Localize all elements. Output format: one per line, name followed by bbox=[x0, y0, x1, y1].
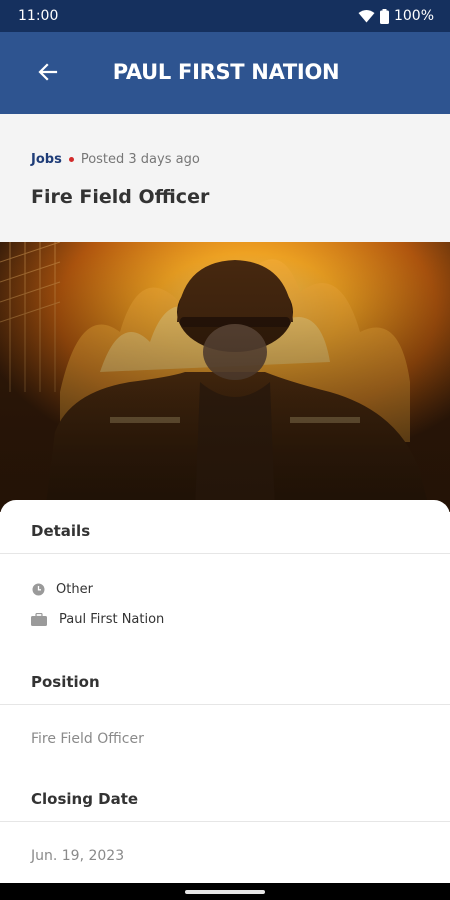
closing-date-heading: Closing Date bbox=[31, 790, 139, 808]
post-header: Jobs Posted 3 days ago Fire Field Office… bbox=[0, 114, 450, 242]
divider bbox=[0, 704, 450, 705]
details-item-type: Other bbox=[31, 582, 93, 597]
status-icons: 100% bbox=[358, 8, 434, 24]
posted-time: Posted 3 days ago bbox=[80, 152, 200, 167]
app-bar: PAUL FIRST NATION bbox=[0, 32, 450, 114]
position-value: Fire Field Officer bbox=[31, 731, 144, 747]
system-nav-bar bbox=[0, 883, 450, 900]
details-item-label: Other bbox=[56, 582, 93, 597]
status-time: 11:00 bbox=[18, 8, 59, 24]
clock-icon bbox=[31, 583, 45, 597]
category-link[interactable]: Jobs bbox=[31, 152, 62, 167]
hero-image bbox=[0, 242, 450, 512]
divider bbox=[0, 821, 450, 822]
post-meta: Jobs Posted 3 days ago bbox=[31, 152, 200, 167]
details-item-organization: Paul First Nation bbox=[31, 612, 164, 627]
closing-date-value: Jun. 19, 2023 bbox=[31, 848, 125, 864]
home-gesture-handle[interactable] bbox=[185, 890, 265, 894]
details-sheet: Details Other Paul First Nation Position… bbox=[0, 500, 450, 883]
details-item-label: Paul First Nation bbox=[59, 612, 165, 627]
page-title: Fire Field Officer bbox=[31, 186, 210, 208]
separator-dot bbox=[68, 157, 74, 162]
wifi-icon bbox=[358, 9, 375, 23]
battery-icon bbox=[379, 8, 389, 24]
briefcase-icon bbox=[31, 613, 47, 627]
status-bar: 11:00 100% bbox=[0, 0, 450, 32]
details-heading: Details bbox=[31, 522, 91, 540]
position-heading: Position bbox=[31, 673, 100, 691]
divider bbox=[0, 553, 450, 554]
battery-percent: 100% bbox=[393, 8, 434, 24]
app-title: PAUL FIRST NATION bbox=[112, 60, 340, 84]
